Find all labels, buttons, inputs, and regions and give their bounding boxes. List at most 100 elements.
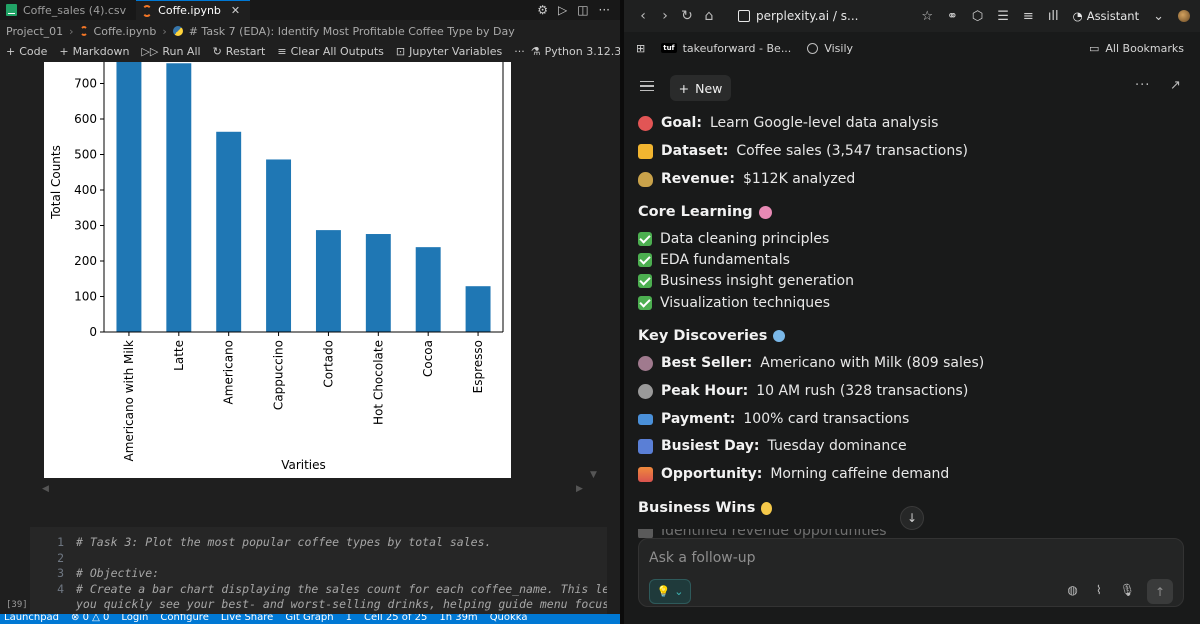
tab-list-icon[interactable]: ≡ <box>1023 9 1034 24</box>
chart-output: 0 100 200 300 400 500 600 700 Americano with Mil… <box>44 62 511 478</box>
summary-label: Dataset: <box>661 143 729 159</box>
x-axis-label: Varities <box>281 458 326 472</box>
all-bookmarks-button[interactable]: ▭ All Bookmarks <box>1089 42 1200 55</box>
reading-mode-icon[interactable]: ☰ <box>997 9 1009 24</box>
editor-tabbar: Coffe_sales (4).csv Coffe.ipynb ✕ ⚙ ▷ ◫ … <box>0 0 620 20</box>
line-number: 3 <box>57 566 64 580</box>
discovery-text: Americano with Milk (809 sales) <box>760 355 985 371</box>
menu-icon[interactable] <box>640 81 654 91</box>
jupyter-icon <box>79 26 88 36</box>
apps-grid-icon[interactable]: ⊞ <box>636 42 645 55</box>
restart-label: Restart <box>225 44 266 58</box>
link-icon[interactable]: ⚭ <box>947 9 958 24</box>
back-icon[interactable]: ‹ <box>632 8 654 24</box>
more-toolbar-button[interactable]: ··· <box>508 45 531 58</box>
add-code-label: Code <box>19 44 48 58</box>
line-number <box>30 597 70 613</box>
bookmark-star-icon[interactable]: ☆ <box>921 9 933 24</box>
status-ports[interactable]: 1 <box>346 614 352 623</box>
settings-icon[interactable]: ⚙ <box>537 3 548 17</box>
scroll-left-icon[interactable]: ◀ <box>42 484 49 494</box>
add-markdown-button[interactable]: + Markdown <box>53 45 135 58</box>
microphone-icon[interactable]: 🎙 <box>1120 583 1135 597</box>
more-actions-icon[interactable]: ··· <box>599 3 610 17</box>
scroll-down-icon[interactable]: ▼ <box>590 470 597 480</box>
run-icon[interactable]: ▷ <box>558 3 567 17</box>
summary-goal: Goal: Learn Google-level data analysis <box>638 115 938 131</box>
url-field[interactable]: perplexity.ai / s... <box>738 9 858 23</box>
home-icon[interactable]: ⌂ <box>698 8 720 24</box>
forward-icon[interactable]: › <box>654 8 676 24</box>
breadcrumb: Project_01 › Coffe.ipynb › # Task 7 (EDA… <box>0 21 620 41</box>
line-number: 4 <box>57 582 64 596</box>
bar-chart: 0 100 200 300 400 500 600 700 Americano with Mil… <box>49 62 504 472</box>
mode-selector-button[interactable]: 💡 ⌄ <box>649 579 691 604</box>
globe-icon[interactable]: ◍ <box>1067 583 1077 597</box>
breadcrumb-project[interactable]: Project_01 <box>6 25 63 38</box>
share-icon[interactable]: ↗ <box>1170 78 1181 93</box>
vscode-window: Coffe_sales (4).csv Coffe.ipynb ✕ ⚙ ▷ ◫ … <box>0 0 620 624</box>
address-bar: ‹ › ↻ ⌂ perplexity.ai / s... ☆ ⚭ ⬡ ☰ ≡ ı… <box>624 0 1200 32</box>
card-icon <box>638 413 653 425</box>
bookmark-visily[interactable]: Visily <box>807 42 853 55</box>
variables-icon: ⊡ <box>395 44 406 58</box>
core-learning-heading: Core Learning <box>638 204 772 220</box>
audio-icon[interactable]: ıll <box>1048 9 1059 24</box>
clear-outputs-button[interactable]: ≡ Clear All Outputs <box>271 45 390 58</box>
chevron-right-icon: › <box>69 24 74 38</box>
chevron-right-icon: › <box>162 24 167 38</box>
run-all-button[interactable]: ▷▷ Run All <box>135 45 206 58</box>
jupyter-variables-button[interactable]: ⊡ Jupyter Variables <box>390 45 508 58</box>
new-thread-button[interactable]: + New <box>670 75 731 101</box>
status-git-graph[interactable]: Git Graph <box>285 614 333 623</box>
send-button[interactable]: ↑ <box>1147 579 1173 604</box>
checkmark-icon <box>638 232 652 246</box>
bar <box>415 247 441 332</box>
avatar[interactable] <box>1178 10 1190 22</box>
tab-notebook[interactable]: Coffe.ipynb ✕ <box>136 0 251 20</box>
status-cell-position[interactable]: Cell 25 of 25 <box>364 614 427 623</box>
breadcrumb-file[interactable]: Coffe.ipynb <box>94 25 157 38</box>
core-item-text: Data cleaning principles <box>660 231 830 247</box>
run-all-label: Run All <box>162 44 201 58</box>
discovery-item: Busiest Day: Tuesday dominance <box>638 438 907 454</box>
core-item-text: Visualization techniques <box>660 295 830 311</box>
status-timer[interactable]: 1h 39m <box>439 614 477 623</box>
split-editor-icon[interactable]: ◫ <box>577 3 588 17</box>
clear-all-icon: ≡ <box>277 44 287 58</box>
kernel-picker[interactable]: ⚗ Python 3.12.3 <box>531 45 620 58</box>
code-cell[interactable]: 1 # Task 3: Plot the most popular coffee … <box>30 527 607 615</box>
extensions-icon[interactable]: ⬡ <box>972 9 983 24</box>
scroll-down-button[interactable]: ↓ <box>900 506 924 530</box>
scroll-right-icon[interactable]: ▶ <box>576 484 583 494</box>
close-icon[interactable]: ✕ <box>231 4 240 17</box>
status-login[interactable]: Login <box>121 614 148 623</box>
more-options-icon[interactable]: ··· <box>1135 78 1150 93</box>
add-code-button[interactable]: + Code <box>0 45 53 58</box>
chevron-down-icon[interactable]: ⌄ <box>1153 9 1164 24</box>
status-launchpad[interactable]: Launchpad <box>4 614 59 623</box>
bookmark-takeuforward[interactable]: tuf takeuforward - Be... <box>661 42 791 55</box>
discovery-text: 10 AM rush (328 transactions) <box>756 383 969 399</box>
x-tick-label: Hot Chocolate <box>371 340 385 425</box>
restart-button[interactable]: ↻ Restart <box>207 45 272 58</box>
attach-icon[interactable]: ⌇ <box>1096 583 1102 597</box>
status-configure[interactable]: Configure <box>160 614 208 623</box>
reload-icon[interactable]: ↻ <box>676 8 698 24</box>
key-discoveries-heading: Key Discoveries <box>638 328 786 344</box>
breadcrumb-cell[interactable]: # Task 7 (EDA): Identify Most Profitable… <box>189 25 515 38</box>
followup-input[interactable] <box>649 547 1049 569</box>
y-tick-label: 700 <box>74 77 97 91</box>
status-quokka[interactable]: Quokka <box>490 614 528 623</box>
x-tick-label: Latte <box>172 340 186 371</box>
execution-count: [39] <box>6 600 28 610</box>
status-problems[interactable]: ⊗ 0 △ 0 <box>71 614 109 623</box>
tab-csv[interactable]: Coffe_sales (4).csv <box>0 0 136 20</box>
assistant-button[interactable]: ◔ Assistant <box>1073 9 1139 23</box>
status-live-share[interactable]: Live Share <box>221 614 273 623</box>
money-bag-icon <box>638 171 653 187</box>
csv-file-icon <box>6 4 17 16</box>
summary-label: Goal: <box>661 115 702 131</box>
lightbulb-icon <box>761 501 773 515</box>
